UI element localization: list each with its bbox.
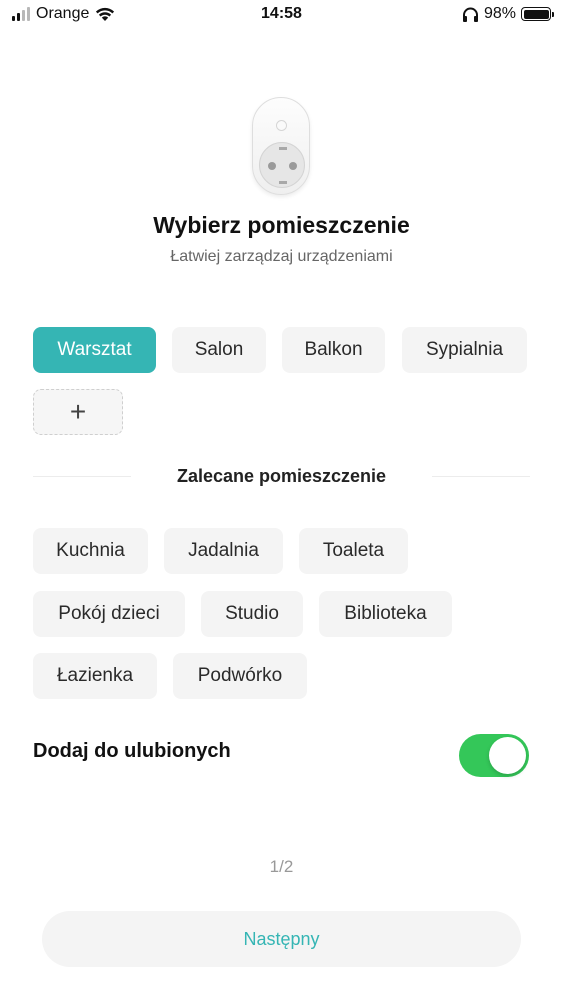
page-title: Wybierz pomieszczenie: [153, 212, 410, 238]
recommended-chip-kuchnia[interactable]: Kuchnia: [33, 528, 148, 574]
room-chip-balkon[interactable]: Balkon: [282, 327, 385, 373]
smart-plug-illustration: [252, 97, 310, 195]
status-bar-right: 98%: [462, 5, 554, 23]
headphones-icon: [462, 7, 478, 22]
battery-icon: [521, 7, 554, 21]
add-room-button[interactable]: +: [33, 389, 123, 435]
page-indicator: 1/2: [269, 857, 294, 876]
room-chip-sypialnia[interactable]: Sypialnia: [402, 327, 527, 373]
room-chip-salon[interactable]: Salon: [172, 327, 266, 373]
recommended-chip-podworko[interactable]: Podwórko: [173, 653, 307, 699]
recommended-chip-jadalnia[interactable]: Jadalnia: [164, 528, 283, 574]
recommended-chip-studio[interactable]: Studio: [201, 591, 303, 637]
recommended-chip-toaleta[interactable]: Toaleta: [299, 528, 408, 574]
toggle-knob: [489, 737, 526, 774]
room-chip-warsztat[interactable]: Warsztat: [33, 327, 156, 373]
led-indicator: [276, 120, 287, 131]
recommended-chip-pokoj-dzieci[interactable]: Pokój dzieci: [33, 591, 185, 637]
add-to-favorites-label: Dodaj do ulubionych: [33, 740, 231, 762]
page-subtitle: Łatwiej zarządzaj urządzeniami: [170, 248, 393, 265]
socket-face: [259, 142, 305, 188]
divider-right: [432, 476, 530, 477]
next-button[interactable]: Następny: [42, 911, 521, 967]
battery-percent: 98%: [483, 5, 516, 22]
favorites-toggle[interactable]: [459, 734, 529, 777]
recommended-chip-lazienka[interactable]: Łazienka: [33, 653, 157, 699]
recommended-chip-biblioteka[interactable]: Biblioteka: [319, 591, 452, 637]
status-bar: Orange 14:58 98%: [0, 0, 563, 30]
